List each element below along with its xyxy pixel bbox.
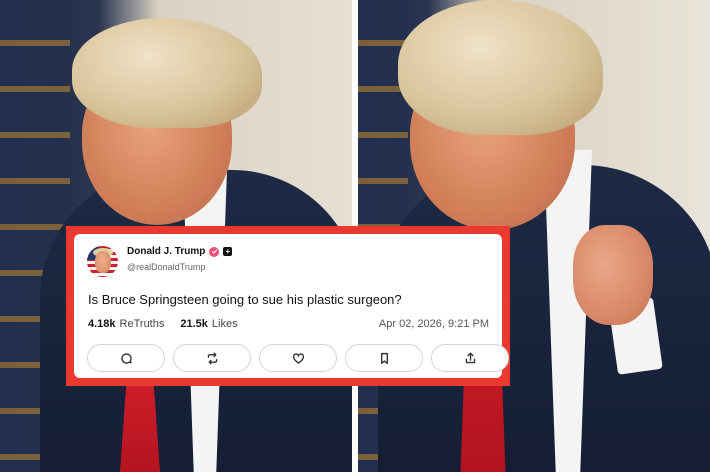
user-handle[interactable]: @realDonaldTrump <box>127 262 205 272</box>
avatar[interactable] <box>87 246 118 277</box>
hair <box>72 18 262 128</box>
likes-label[interactable]: Likes <box>212 318 238 330</box>
heart-icon <box>292 352 304 364</box>
raised-fist <box>573 225 653 325</box>
bookmark-button[interactable] <box>345 344 423 372</box>
reply-button[interactable] <box>87 344 165 372</box>
reply-icon <box>120 352 132 364</box>
post-card-frame: Donald J. Trump + @realDonaldTrump Is Br… <box>66 226 510 386</box>
display-name[interactable]: Donald J. Trump <box>127 246 205 257</box>
retruths-label[interactable]: ReTruths <box>120 318 165 330</box>
plus-badge-icon: + <box>223 247 233 256</box>
post-timestamp[interactable]: Apr 02, 2026, 9:21 PM <box>379 318 489 330</box>
verified-badge-icon <box>209 246 220 257</box>
share-button[interactable] <box>431 344 509 372</box>
post-text: Is Bruce Springsteen going to sue his pl… <box>88 292 402 307</box>
post-stats: 4.18k ReTruths 21.5k Likes <box>88 318 238 330</box>
action-bar <box>87 344 509 372</box>
share-icon <box>465 352 475 363</box>
author-row: Donald J. Trump + <box>127 246 233 257</box>
bookmark-icon <box>380 352 388 364</box>
retruth-icon <box>207 352 217 364</box>
post-card: Donald J. Trump + @realDonaldTrump Is Br… <box>74 234 509 378</box>
retruth-button[interactable] <box>173 344 251 372</box>
like-button[interactable] <box>259 344 337 372</box>
hair <box>398 0 603 135</box>
likes-count[interactable]: 21.5k <box>180 318 208 330</box>
retruths-count[interactable]: 4.18k <box>88 318 116 330</box>
